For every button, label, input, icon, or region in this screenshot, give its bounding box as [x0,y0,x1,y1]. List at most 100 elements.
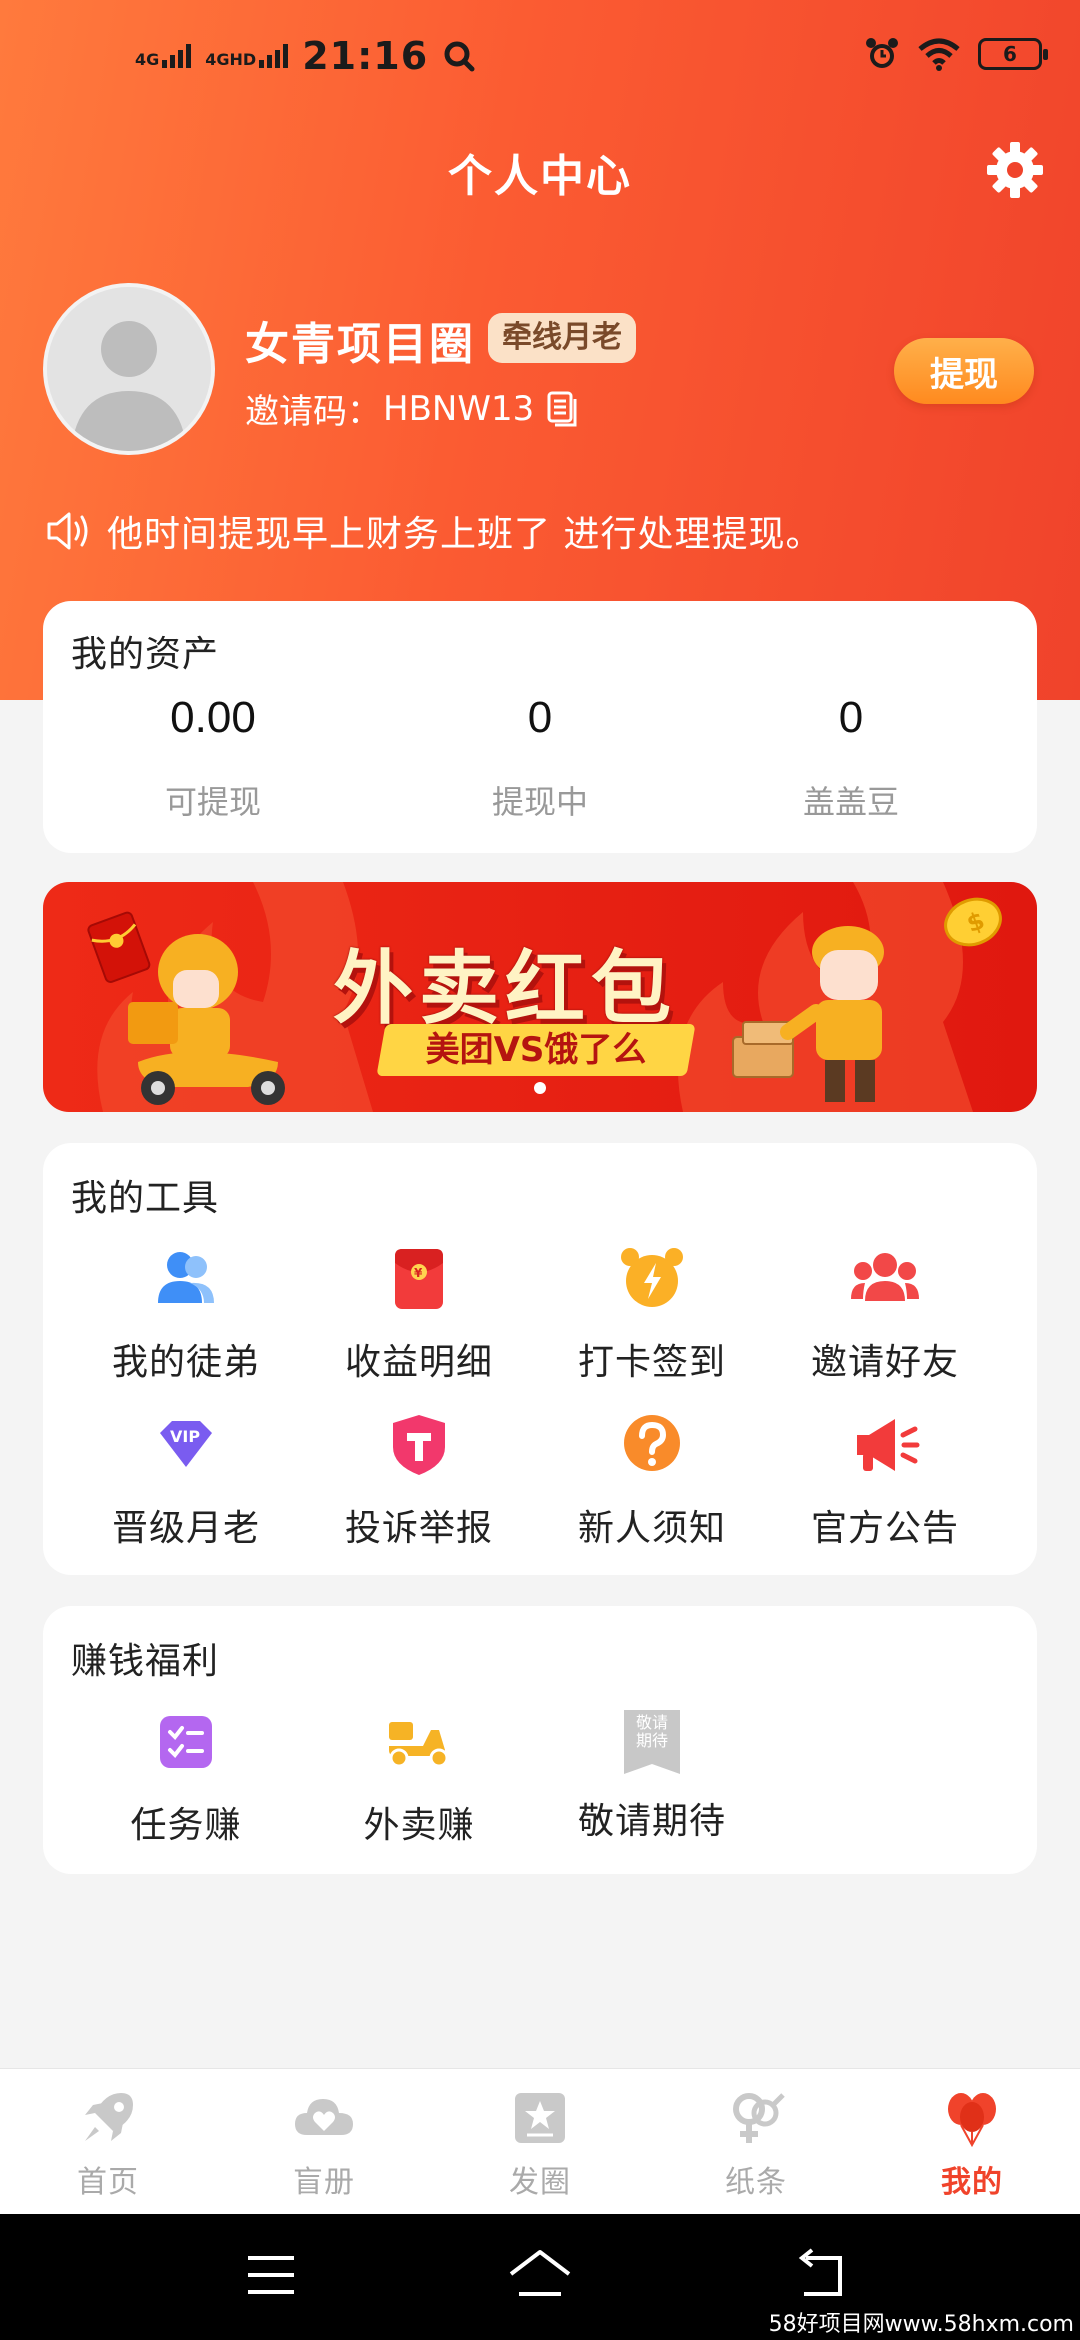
tab-label: 纸条 [725,2165,787,2200]
assets-card: 我的资产 0.00 可提现 0 提现中 0 盖盖豆 [43,601,1037,853]
assets-title: 我的资产 [71,634,220,675]
tool-earnings[interactable]: ¥ 收益明细 [303,1243,535,1385]
search-status-icon [444,41,475,72]
page-title: 个人中心 [448,151,632,202]
tool-checkin[interactable]: 打卡签到 [536,1243,768,1385]
carousel-indicator [534,1082,546,1094]
tools-title: 我的工具 [71,1178,220,1219]
asset-label: 提现中 [491,783,588,821]
group-icon [851,1253,919,1301]
level-badge: 牵线月老 [488,313,636,363]
welfare-label: 敬请期待 [577,1801,726,1842]
checklist-icon [160,1716,212,1768]
tool-invite[interactable]: 邀请好友 [769,1243,1001,1385]
banner-subtitle-box: 美团VS饿了么 [376,1024,696,1076]
clock: 21:16 [302,34,429,78]
avatar[interactable] [43,283,215,455]
tool-label: 晋级月老 [111,1508,260,1549]
welfare-delivery[interactable]: 外卖赚 [303,1706,535,1848]
notice-text: 他时间提现早上财务上班了 进行处理提现。 [107,514,823,555]
tool-report[interactable]: 投诉举报 [303,1409,535,1551]
tool-label: 新人须知 [577,1508,726,1549]
welfare-title: 赚钱福利 [71,1641,220,1682]
vip-icon: VIP [160,1421,212,1467]
tab-mine[interactable]: 我的 [864,2069,1080,2214]
tool-label: 官方公告 [810,1508,959,1549]
back-icon[interactable] [786,2240,856,2310]
network-indicator-2: 4GHD [205,44,289,68]
tab-notes[interactable]: 纸条 [648,2069,864,2214]
tab-label: 首页 [77,2165,139,2200]
tool-label: 投诉举报 [344,1508,493,1549]
megaphone-icon [857,1419,920,1471]
welfare-task[interactable]: 任务赚 [70,1706,302,1848]
tool-newbie[interactable]: 新人须知 [536,1409,768,1551]
tab-post[interactable]: 发圈 [432,2069,648,2214]
tab-label: 我的 [941,2165,1003,2200]
copy-icon[interactable] [546,390,580,428]
speaker-icon [47,512,88,550]
status-bar: 4G 4GHD 21:16 6 [0,0,1080,120]
question-icon [624,1415,680,1471]
bottom-tab-bar: 首页 盲册 发圈 纸条 我的 [0,2068,1080,2214]
asset-withdrawing[interactable]: 0 提现中 [415,693,665,823]
tool-label: 我的徒弟 [111,1342,260,1383]
banner-subtitle: 美团VS饿了么 [425,1030,647,1070]
invite-label: 邀请码： [245,392,381,432]
star-box-icon [515,2093,565,2143]
tab-blind[interactable]: 盲册 [216,2069,432,2214]
shield-t-icon [393,1415,445,1475]
watermark: 58好项目网www.58hxm.com [768,2312,1074,2337]
tab-label: 发圈 [509,2165,571,2200]
asset-value: 0 [838,693,864,742]
svg-text:¥: ¥ [414,1266,423,1280]
rocket-icon [85,2093,133,2141]
bookmark-icon: 敬请期待 [616,1706,688,1778]
tool-label: 收益明细 [344,1342,493,1383]
alarm-clock-icon [621,1248,683,1307]
withdraw-button[interactable]: 提现 [894,338,1034,404]
balloons-icon [948,2093,996,2148]
tools-card: 我的工具 我的徒弟 ¥ 收益明细 打卡签到 邀请好友 VIP 晋级月老 投诉举报… [43,1143,1037,1575]
scooter-icon [389,1722,449,1768]
asset-value: 0 [527,693,553,742]
tab-home[interactable]: 首页 [0,2069,216,2214]
banner-title: 外卖红包 [333,942,677,1035]
username: 女青项目圈 [245,319,475,370]
invite-code: HBNW13 [383,388,535,429]
battery-indicator: 6 [978,38,1048,70]
system-nav-bar: 58好项目网www.58hxm.com [0,2214,1080,2340]
tool-announcement[interactable]: 官方公告 [769,1409,1001,1551]
gender-icon [733,2093,785,2143]
asset-label: 盖盖豆 [802,783,899,821]
notice-bar[interactable]: 他时间提现早上财务上班了 进行处理提现。 [45,505,822,557]
user-placeholder-icon [47,287,211,451]
wifi-icon [918,38,960,71]
tool-upgrade[interactable]: VIP 晋级月老 [70,1409,302,1551]
people-icon [158,1252,214,1303]
alarm-icon [866,38,898,68]
asset-value: 0.00 [170,693,256,742]
cloud-heart-icon [295,2099,353,2135]
tool-disciples[interactable]: 我的徒弟 [70,1243,302,1385]
welfare-label: 任务赚 [130,1805,242,1846]
tab-label: 盲册 [293,2165,355,2200]
settings-button[interactable] [985,140,1045,200]
asset-withdrawable[interactable]: 0.00 可提现 [88,693,338,823]
red-envelope-icon: ¥ [395,1249,443,1309]
tool-label: 打卡签到 [577,1342,726,1383]
welfare-coming-soon[interactable]: 敬请期待 敬请期待 [536,1706,768,1844]
asset-beans[interactable]: 0 盖盖豆 [726,693,976,823]
network-indicator-1: 4G [135,44,192,68]
invite-code-row: 邀请码： HBNW13 [245,384,580,433]
welfare-label: 外卖赚 [363,1805,475,1846]
welfare-card: 赚钱福利 任务赚 外卖赚 敬请期待 敬请期待 [43,1606,1037,1874]
promo-banner[interactable]: $ 外卖红包 美团VS饿了么 [43,882,1037,1112]
home-icon[interactable] [505,2240,575,2310]
asset-label: 可提现 [164,783,261,821]
bookmark-icon-text: 敬请期待 [636,1713,669,1750]
svg-text:VIP: VIP [170,1427,200,1446]
menu-icon[interactable] [236,2240,306,2310]
tool-label: 邀请好友 [810,1342,959,1383]
gear-icon [987,142,1043,198]
